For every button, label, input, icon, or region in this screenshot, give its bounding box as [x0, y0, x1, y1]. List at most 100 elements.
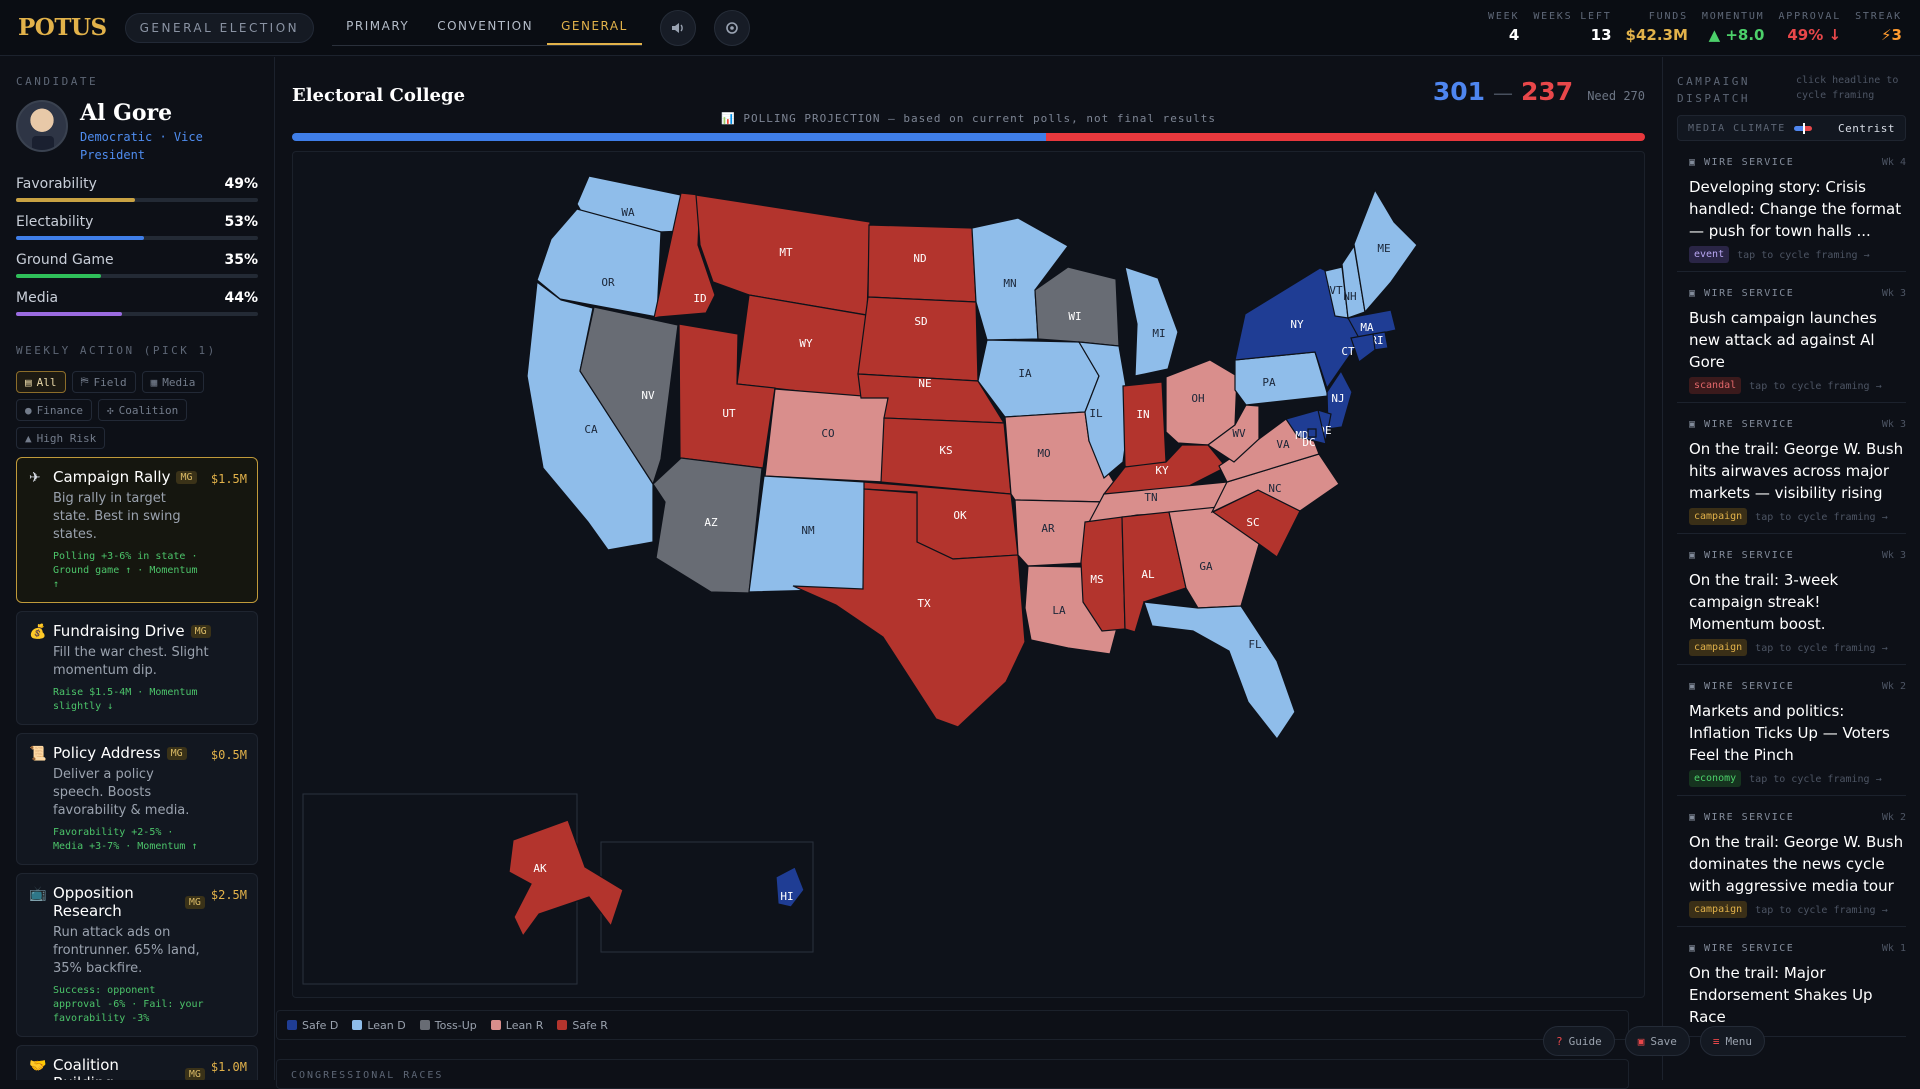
framing-hint: tap to cycle framing →	[1737, 250, 1870, 261]
news-item[interactable]: ▣ WIRE SERVICE Wk 3 Bush campaign launches…	[1677, 282, 1906, 403]
stat-value: $42.3M	[1625, 26, 1688, 44]
flame-icon: ▲	[25, 431, 32, 445]
state-wi[interactable]	[1034, 266, 1120, 347]
electoral-header: Electoral College 301 — 237 Need 270	[292, 77, 1645, 106]
news-week: Wk 3	[1881, 550, 1906, 561]
news-item[interactable]: ▣ WIRE SERVICE Wk 3 On the trail: George W…	[1677, 413, 1906, 534]
filter-finance[interactable]: ● Finance	[16, 399, 92, 421]
sound-button[interactable]	[659, 9, 696, 46]
candidate-meters: Favorability 49% Electability 53% Ground Gam…	[16, 176, 258, 316]
media-climate-meter	[1793, 122, 1812, 134]
state-in[interactable]	[1122, 381, 1167, 476]
action-effect: Raise $1.5-4M · Momentum slightly ↓	[53, 687, 198, 712]
tab-general[interactable]: GENERAL	[547, 10, 642, 45]
states-group: WA OR CA NV ID MT WY UT AZ CO NM ND SD NE KS OK TX MN IA MO…	[508, 175, 1418, 938]
state-label: WV	[1232, 427, 1246, 440]
news-item[interactable]: ▣ WIRE SERVICE Wk 4 Developing story: Cris…	[1677, 151, 1906, 272]
congressional-races-header[interactable]: CONGRESSIONAL RACES	[276, 1059, 1629, 1089]
legend-swatch	[419, 1020, 430, 1030]
news-tag: event	[1689, 246, 1730, 263]
state-label: IA	[1018, 367, 1032, 380]
news-source: ▣ WIRE SERVICE	[1689, 812, 1795, 823]
avatar	[16, 100, 68, 152]
stat-value: 13	[1590, 26, 1612, 44]
save-button[interactable]: ▣ Save	[1624, 1026, 1690, 1056]
tab-primary[interactable]: PRIMARY	[332, 10, 423, 45]
state-mi[interactable]	[1124, 266, 1179, 377]
action-card-coalition-building[interactable]: 🤝Coalition BuildingMGMINIGAME — Target a…	[16, 1045, 258, 1080]
news-source: ▣ WIRE SERVICE	[1689, 681, 1795, 692]
state-label: WA	[621, 206, 635, 219]
meter-value: 53%	[224, 214, 258, 230]
stat-label: WEEK	[1488, 11, 1520, 22]
minigame-badge: MG	[166, 746, 187, 760]
news-item[interactable]: ▣ WIRE SERVICE Wk 1 On the trail: Major En…	[1677, 937, 1906, 1037]
state-label: PA	[1262, 376, 1276, 389]
legend-label: Lean R	[505, 1018, 544, 1032]
menu-button[interactable]: ≡ Menu	[1699, 1026, 1765, 1056]
stat-label: FUNDS	[1648, 11, 1688, 22]
state-ak[interactable]	[508, 819, 624, 938]
meter-label: Electability	[16, 214, 94, 230]
filter-coalition[interactable]: ✣ Coalition	[97, 399, 188, 421]
meter-header: Ground Game 35%	[16, 252, 258, 268]
news-item[interactable]: ▣ WIRE SERVICE Wk 2 On the trail: George W…	[1677, 806, 1906, 927]
meter-header: Electability 53%	[16, 214, 258, 230]
settings-button[interactable]	[713, 9, 750, 46]
list-icon: ▤	[25, 375, 32, 389]
state-label: MO	[1037, 447, 1050, 460]
news-headline[interactable]: On the trail: George W. Bush hits airwav…	[1677, 438, 1906, 504]
state-ia[interactable]	[977, 339, 1100, 418]
stat-weeks-left: WEEKS LEFT 13	[1519, 11, 1611, 44]
action-description: Deliver a policy speech. Boosts favorabi…	[53, 767, 190, 818]
tv-icon: ▦	[150, 375, 158, 389]
news-footer: campaign tap to cycle framing →	[1677, 901, 1906, 918]
legend-label: Safe R	[572, 1018, 608, 1032]
state-fl[interactable]	[1143, 601, 1296, 741]
action-card-fundraising-drive[interactable]: 💰 Fundraising Drive MG Fill the war chest. …	[16, 611, 258, 725]
state-label: NY	[1290, 318, 1304, 331]
action-name: Campaign Rally	[53, 468, 171, 486]
news-item[interactable]: ▣ WIRE SERVICE Wk 3 On the trail: 3-week c…	[1677, 544, 1906, 665]
action-card-policy-address[interactable]: 📜 Policy Address MG Deliver a policy speech…	[16, 733, 258, 865]
news-headline[interactable]: Bush campaign launches new attack ad aga…	[1677, 307, 1906, 373]
action-card-opposition-research[interactable]: 📺 Opposition Research MG Run attack ads on …	[16, 873, 258, 1037]
filter-media[interactable]: ▦ Media	[141, 371, 205, 393]
meter-ground-game: Ground Game 35%	[16, 252, 258, 278]
news-headline[interactable]: On the trail: George W. Bush dominates t…	[1677, 831, 1906, 897]
state-sd[interactable]	[857, 296, 979, 382]
news-tag: campaign	[1689, 901, 1748, 918]
state-label: UT	[722, 407, 736, 420]
action-description: Run attack ads on frontrunner. 65% land,…	[53, 925, 200, 976]
filter-all[interactable]: ▤ All	[16, 371, 66, 393]
news-week: Wk 1	[1881, 943, 1906, 954]
news-header: ▣ WIRE SERVICE Wk 4	[1677, 157, 1906, 168]
state-pa[interactable]	[1234, 351, 1329, 406]
tv-icon: 📺	[29, 886, 47, 902]
question-icon: ?	[1556, 1034, 1563, 1048]
filter-high-risk[interactable]: ▲ High Risk	[16, 427, 106, 449]
menu-icon: ≡	[1712, 1034, 1720, 1048]
news-headline[interactable]: On the trail: Major Endorsement Shakes U…	[1677, 962, 1906, 1028]
news-week: Wk 2	[1881, 812, 1906, 823]
airplane-icon: ✈	[29, 470, 41, 486]
app-logo[interactable]: POTUS	[18, 14, 107, 41]
news-headline[interactable]: Developing story: Crisis handled: Change…	[1677, 176, 1906, 242]
action-body: Campaign Rally MG Big rally in target stat…	[53, 468, 205, 592]
news-item[interactable]: ▣ WIRE SERVICE Wk 2 Markets and politics: …	[1677, 675, 1906, 796]
state-label: AR	[1041, 522, 1055, 535]
tab-convention[interactable]: CONVENTION	[423, 10, 547, 45]
filter-label: All	[36, 375, 57, 389]
guide-button[interactable]: ? Guide	[1543, 1026, 1615, 1056]
filter-field[interactable]: ⛿ Field	[71, 371, 136, 393]
action-title: Campaign Rally MG	[53, 468, 205, 486]
state-label: ME	[1377, 242, 1390, 255]
state-label: ND	[913, 252, 926, 265]
meter-fill	[16, 236, 145, 240]
news-headline[interactable]: On the trail: 3-week campaign streak! Mo…	[1677, 569, 1906, 635]
legend-swatch	[490, 1020, 501, 1030]
action-card-campaign-rally[interactable]: ✈ Campaign Rally MG Big rally in target sta…	[16, 457, 258, 603]
minigame-badge: MG	[184, 1067, 205, 1080]
meter-electability: Electability 53%	[16, 214, 258, 240]
news-headline[interactable]: Markets and politics: Inflation Ticks Up…	[1677, 700, 1906, 766]
